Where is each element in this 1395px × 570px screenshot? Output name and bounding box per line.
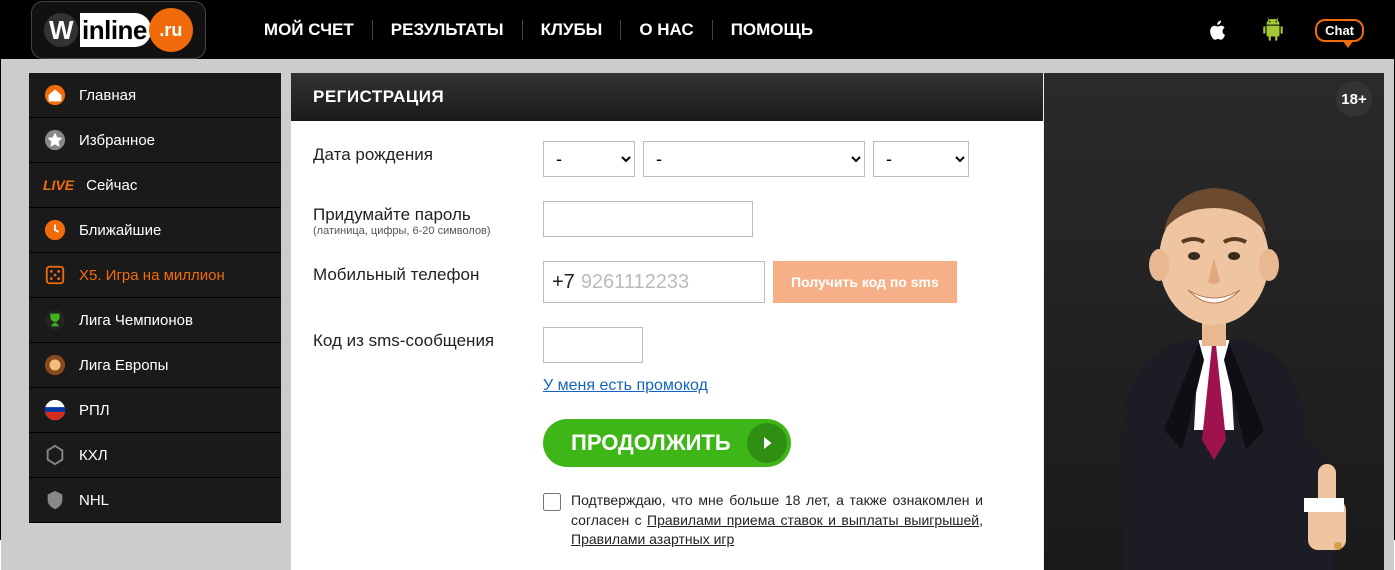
- dob-year-select[interactable]: -: [873, 141, 969, 177]
- age-18-badge: 18+: [1336, 81, 1372, 117]
- logo[interactable]: Winline .ru: [31, 1, 206, 59]
- logo-w-letter: W: [44, 13, 78, 47]
- nav-help[interactable]: ПОМОЩЬ: [713, 20, 831, 40]
- get-sms-code-button[interactable]: Получить код по sms: [773, 261, 957, 303]
- password-input[interactable]: [543, 201, 753, 237]
- main-panel: РЕГИСТРАЦИЯ Дата рождения - - - Придумай…: [291, 73, 1384, 570]
- sidebar-item-label: Лига Чемпионов: [79, 312, 193, 329]
- sidebar-item-label: КХЛ: [79, 447, 108, 464]
- continue-button[interactable]: ПРОДОЛЖИТЬ: [543, 419, 791, 467]
- rules-link-2[interactable]: Правилами азартных игр: [571, 531, 734, 547]
- phone-label: Мобильный телефон: [313, 261, 543, 285]
- sms-code-label: Код из sms-сообщения: [313, 327, 543, 351]
- europa-icon: [43, 353, 67, 377]
- khl-icon: [43, 443, 67, 467]
- nav-clubs[interactable]: КЛУБЫ: [523, 20, 622, 40]
- nav-results[interactable]: РЕЗУЛЬТАТЫ: [373, 20, 523, 40]
- header-icon-group: Chat: [1203, 14, 1364, 46]
- password-label: Придумайте пароль: [313, 205, 471, 224]
- sidebar-item-label: X5. Игра на миллион: [79, 267, 225, 284]
- sms-code-input[interactable]: [543, 327, 643, 363]
- russia-flag-icon: [43, 398, 67, 422]
- sidebar-item-khl[interactable]: КХЛ: [29, 433, 281, 478]
- sidebar-item-label: Главная: [79, 87, 136, 104]
- sidebar-item-label: РПЛ: [79, 402, 110, 419]
- sidebar-item-nhl[interactable]: NHL: [29, 478, 281, 523]
- dob-day-select[interactable]: -: [543, 141, 635, 177]
- logo-ru-ball: .ru: [149, 8, 193, 52]
- consent-block: Подтверждаю, что мне больше 18 лет, а та…: [543, 491, 983, 550]
- form-title: РЕГИСТРАЦИЯ: [313, 87, 444, 107]
- promo-banner: 18+: [1044, 73, 1384, 570]
- top-nav: МОЙ СЧЕТ РЕЗУЛЬТАТЫ КЛУБЫ О НАС ПОМОЩЬ: [246, 20, 831, 40]
- phone-input[interactable]: +7 9261112233: [543, 261, 765, 303]
- promo-code-link[interactable]: У меня есть промокод: [543, 377, 708, 395]
- logo-inline-text: inline: [80, 13, 151, 47]
- chat-button[interactable]: Chat: [1315, 19, 1364, 42]
- dob-label: Дата рождения: [313, 141, 543, 165]
- dice-icon: [43, 263, 67, 287]
- android-icon[interactable]: [1259, 14, 1287, 46]
- clock-icon: [43, 218, 67, 242]
- consent-checkbox[interactable]: [543, 493, 561, 511]
- sidebar-item-x5-game[interactable]: X5. Игра на миллион: [29, 253, 281, 298]
- nav-about[interactable]: О НАС: [621, 20, 712, 40]
- trophy-icon: [43, 308, 67, 332]
- chat-tail-icon: [1342, 40, 1354, 48]
- chat-label: Chat: [1325, 23, 1354, 38]
- registration-form-area: РЕГИСТРАЦИЯ Дата рождения - - - Придумай…: [291, 73, 1044, 570]
- sidebar-item-favorites[interactable]: Избранное: [29, 118, 281, 163]
- rules-link-1[interactable]: Правилами приема ставок и выплаты выигры…: [647, 512, 979, 528]
- sidebar-item-home[interactable]: Главная: [29, 73, 281, 118]
- sidebar-item-upcoming[interactable]: Ближайшие: [29, 208, 281, 253]
- sidebar-item-live[interactable]: LIVE Сейчас: [29, 163, 281, 208]
- dob-month-select[interactable]: -: [643, 141, 865, 177]
- presenter-image: [1064, 130, 1364, 570]
- sidebar-item-champions-league[interactable]: Лига Чемпионов: [29, 298, 281, 343]
- live-badge-icon: LIVE: [43, 177, 74, 193]
- sidebar-item-label: Сейчас: [86, 177, 137, 194]
- arrow-right-icon: [747, 423, 787, 463]
- sidebar-item-label: NHL: [79, 492, 109, 509]
- sidebar-item-label: Лига Европы: [79, 357, 168, 374]
- continue-label: ПРОДОЛЖИТЬ: [571, 430, 731, 456]
- sidebar-item-rpl[interactable]: РПЛ: [29, 388, 281, 433]
- nav-my-account[interactable]: МОЙ СЧЕТ: [246, 20, 373, 40]
- phone-prefix: +7: [552, 271, 575, 294]
- apple-icon[interactable]: [1203, 14, 1231, 46]
- home-icon: [43, 83, 67, 107]
- phone-placeholder: 9261112233: [581, 271, 689, 294]
- nhl-icon: [43, 488, 67, 512]
- form-header: РЕГИСТРАЦИЯ: [291, 73, 1043, 121]
- sidebar: Главная Избранное LIVE Сейчас Ближайшие …: [29, 73, 281, 570]
- top-header: Winline .ru МОЙ СЧЕТ РЕЗУЛЬТАТЫ КЛУБЫ О …: [1, 1, 1394, 59]
- star-icon: [43, 128, 67, 152]
- password-hint: (латиница, цифры, 6-20 символов): [313, 225, 543, 237]
- sidebar-item-label: Избранное: [79, 132, 155, 149]
- sidebar-item-europa-league[interactable]: Лига Европы: [29, 343, 281, 388]
- sidebar-item-label: Ближайшие: [79, 222, 161, 239]
